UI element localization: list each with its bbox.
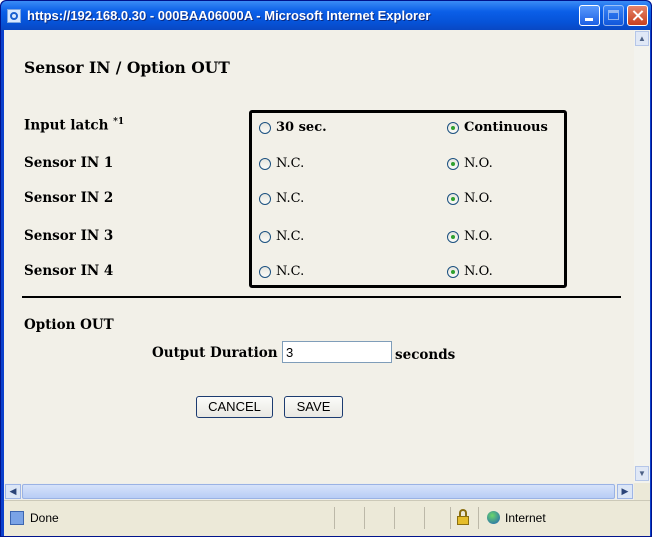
- globe-icon: [487, 511, 500, 524]
- radio-icon[interactable]: [259, 230, 271, 243]
- horizontal-scrollbar[interactable]: ◀ ▶: [4, 483, 634, 500]
- security-zone: Internet: [505, 511, 546, 525]
- radio-sensor-in-4-nc[interactable]: N.C.: [259, 264, 304, 279]
- radio-icon[interactable]: [259, 157, 271, 170]
- option-out-heading: Option OUT: [24, 317, 114, 333]
- row-label-sensor-in-4: Sensor IN 4: [24, 263, 114, 279]
- status-separator: [478, 507, 479, 529]
- scroll-corner: [634, 483, 650, 500]
- radio-sensor-in-1-no[interactable]: N.O.: [447, 156, 493, 171]
- radio-sensor-in-1-nc[interactable]: N.C.: [259, 156, 304, 171]
- horizontal-scroll-thumb[interactable]: [22, 484, 615, 499]
- status-separator: [424, 507, 425, 529]
- radio-checked-icon[interactable]: [447, 157, 459, 170]
- radio-sensor-in-3-no[interactable]: N.O.: [447, 229, 493, 244]
- status-text: Done: [30, 511, 59, 525]
- radio-sensor-in-2-nc[interactable]: N.C.: [259, 191, 304, 206]
- output-duration-label: Output Duration: [152, 345, 278, 361]
- vertical-scrollbar[interactable]: ▲ ▼: [634, 30, 650, 483]
- radio-checked-icon[interactable]: [447, 265, 459, 278]
- title-bar[interactable]: https://192.168.0.30 - 000BAA06000A - Mi…: [1, 1, 651, 31]
- radio-sensor-in-2-no[interactable]: N.O.: [447, 191, 493, 206]
- radio-icon[interactable]: [259, 192, 271, 205]
- row-label-sensor-in-3: Sensor IN 3: [24, 228, 114, 244]
- minimize-button[interactable]: [579, 5, 600, 26]
- save-button[interactable]: SAVE: [284, 396, 343, 418]
- section-divider: [22, 296, 621, 298]
- status-bar: Done Internet: [4, 500, 650, 536]
- scroll-left-icon[interactable]: ◀: [5, 484, 21, 499]
- radio-icon[interactable]: [259, 121, 271, 134]
- scroll-up-icon[interactable]: ▲: [635, 31, 649, 46]
- status-separator: [334, 507, 335, 529]
- page-title: Sensor IN / Option OUT: [24, 58, 230, 77]
- status-separator: [394, 507, 395, 529]
- cancel-button[interactable]: CANCEL: [196, 396, 273, 418]
- row-label-sensor-in-1: Sensor IN 1: [24, 155, 114, 171]
- row-label-sensor-in-2: Sensor IN 2: [24, 190, 114, 206]
- lock-icon: [457, 509, 469, 525]
- radio-icon[interactable]: [259, 265, 271, 278]
- status-separator: [450, 507, 451, 529]
- radio-sensor-in-3-nc[interactable]: N.C.: [259, 229, 304, 244]
- row-label-input-latch: Input latch *1: [24, 117, 125, 134]
- radio-input-latch-continuous[interactable]: Continuous: [447, 120, 548, 135]
- output-duration-unit: seconds: [395, 347, 456, 363]
- page-done-icon: [10, 511, 24, 525]
- radio-checked-icon[interactable]: [447, 121, 459, 134]
- status-separator: [364, 507, 365, 529]
- scroll-right-icon[interactable]: ▶: [617, 484, 633, 499]
- output-duration-input[interactable]: [282, 341, 392, 363]
- window-title: https://192.168.0.30 - 000BAA06000A - Mi…: [27, 8, 431, 23]
- radio-checked-icon[interactable]: [447, 192, 459, 205]
- maximize-button[interactable]: [603, 5, 624, 26]
- scroll-down-icon[interactable]: ▼: [635, 466, 649, 481]
- ie-page-icon: [7, 9, 21, 23]
- radio-checked-icon[interactable]: [447, 230, 459, 243]
- footnote-mark: *1: [113, 117, 125, 127]
- close-button[interactable]: [627, 5, 648, 26]
- radio-sensor-in-4-no[interactable]: N.O.: [447, 264, 493, 279]
- radio-input-latch-30sec[interactable]: 30 sec.: [259, 120, 327, 135]
